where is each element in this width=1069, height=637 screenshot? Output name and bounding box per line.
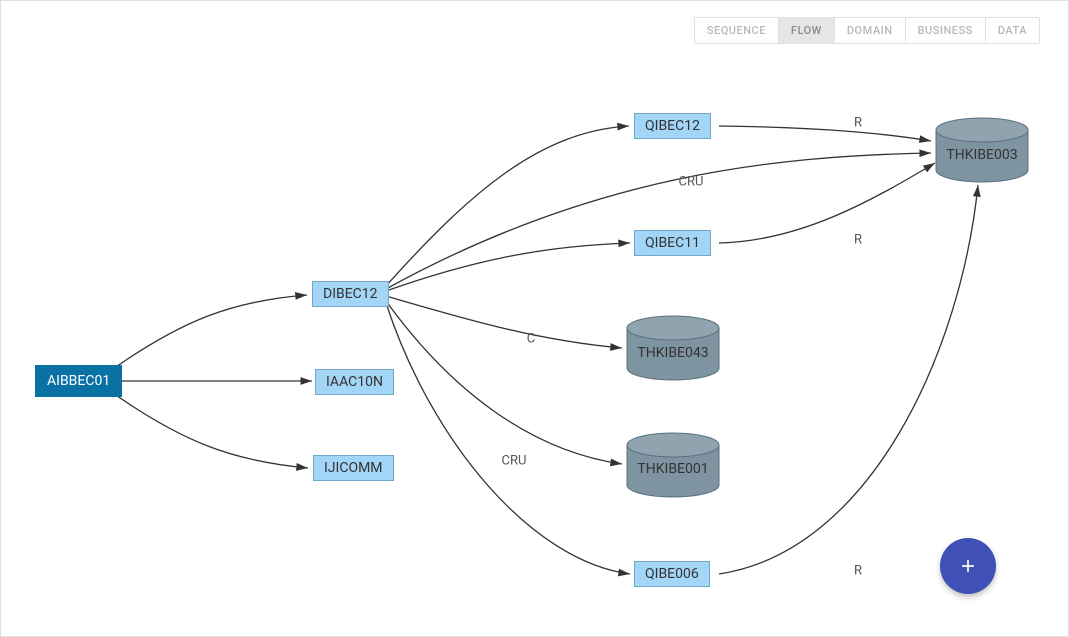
edge-dibec12-qibe006	[386, 303, 630, 574]
edge-dibec12-qibec12	[386, 126, 629, 286]
node-qibec11[interactable]: QIBEC11	[634, 230, 711, 256]
node-aibbec01[interactable]: AIBBEC01	[35, 365, 122, 397]
node-qibec12[interactable]: QIBEC12	[634, 113, 711, 139]
view-tabs: SEQUENCE FLOW DOMAIN BUSINESS DATA	[694, 17, 1040, 44]
tab-domain[interactable]: DOMAIN	[834, 18, 905, 43]
plus-icon	[958, 556, 978, 576]
tab-flow[interactable]: FLOW	[778, 18, 834, 43]
edge-root-dibec12	[110, 295, 307, 371]
cylinder-thkibe043[interactable]	[627, 316, 719, 380]
cylinder-thkibe003[interactable]	[936, 118, 1028, 182]
edge-dibec12-thkibe003	[386, 153, 931, 289]
edge-qibec12-thkibe003	[719, 126, 931, 141]
edge-dibec12-thkibe043	[386, 296, 622, 348]
edge-root-ijicomm	[110, 391, 308, 468]
diagram-canvas: SEQUENCE FLOW DOMAIN BUSINESS DATA	[0, 0, 1069, 637]
edge-qibec11-thkibe003	[719, 163, 935, 243]
tab-sequence[interactable]: SEQUENCE	[695, 18, 778, 43]
tab-business[interactable]: BUSINESS	[905, 18, 985, 43]
edge-qibe006-thkibe003	[719, 185, 978, 574]
edge-dibec12-thkibe001	[386, 301, 622, 464]
graph-svg	[1, 1, 1068, 636]
node-qibe006[interactable]: QIBE006	[634, 561, 710, 587]
edge-dibec12-qibec11	[386, 243, 630, 291]
add-button[interactable]	[940, 538, 996, 594]
node-ijicomm[interactable]: IJICOMM	[313, 455, 394, 481]
tab-data[interactable]: DATA	[985, 18, 1039, 43]
cylinder-thkibe001[interactable]	[627, 433, 719, 497]
node-dibec12[interactable]: DIBEC12	[312, 281, 389, 307]
node-iaac10n[interactable]: IAAC10N	[315, 369, 394, 395]
